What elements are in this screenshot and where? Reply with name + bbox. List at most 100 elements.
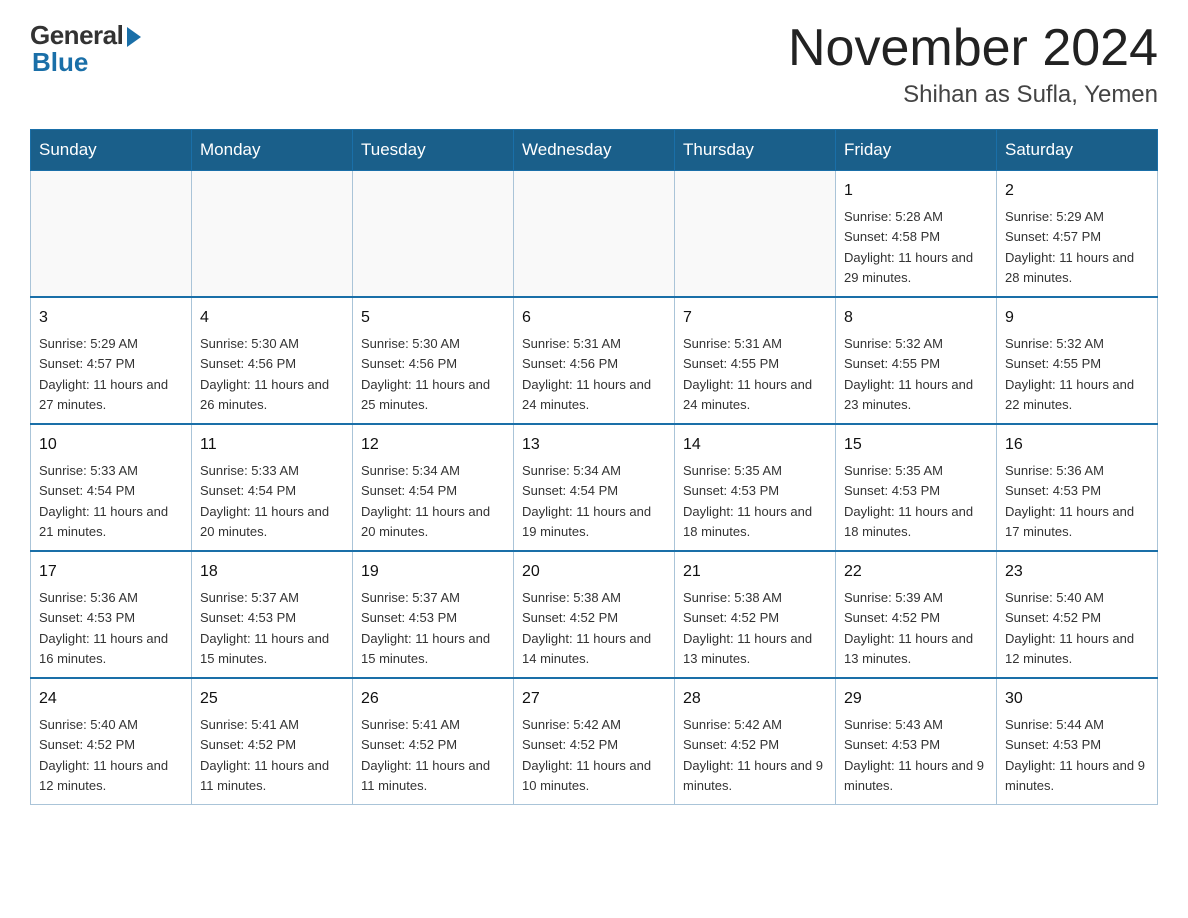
day-info: Sunrise: 5:40 AMSunset: 4:52 PMDaylight:… <box>1005 590 1134 666</box>
calendar-cell: 22 Sunrise: 5:39 AMSunset: 4:52 PMDayligh… <box>836 551 997 678</box>
calendar-cell: 10 Sunrise: 5:33 AMSunset: 4:54 PMDayligh… <box>31 424 192 551</box>
page-header: General Blue November 2024 Shihan as Suf… <box>30 20 1158 109</box>
day-number: 19 <box>361 560 505 584</box>
day-number: 10 <box>39 433 183 457</box>
day-number: 2 <box>1005 179 1149 203</box>
column-header-monday: Monday <box>192 130 353 171</box>
column-header-saturday: Saturday <box>997 130 1158 171</box>
day-number: 18 <box>200 560 344 584</box>
calendar-cell: 8 Sunrise: 5:32 AMSunset: 4:55 PMDaylight… <box>836 297 997 424</box>
column-header-friday: Friday <box>836 130 997 171</box>
day-info: Sunrise: 5:39 AMSunset: 4:52 PMDaylight:… <box>844 590 973 666</box>
day-number: 11 <box>200 433 344 457</box>
day-info: Sunrise: 5:37 AMSunset: 4:53 PMDaylight:… <box>361 590 490 666</box>
title-area: November 2024 Shihan as Sufla, Yemen <box>788 20 1158 109</box>
day-info: Sunrise: 5:32 AMSunset: 4:55 PMDaylight:… <box>844 336 973 412</box>
day-number: 20 <box>522 560 666 584</box>
calendar-cell: 12Sunrise: 5:34 AMSunset: 4:54 PMDayligh… <box>353 424 514 551</box>
day-info: Sunrise: 5:41 AMSunset: 4:52 PMDaylight:… <box>200 717 329 793</box>
day-number: 17 <box>39 560 183 584</box>
day-number: 28 <box>683 687 827 711</box>
day-number: 16 <box>1005 433 1149 457</box>
calendar-week-row: 17 Sunrise: 5:36 AMSunset: 4:53 PMDayligh… <box>31 551 1158 678</box>
calendar-cell: 11 Sunrise: 5:33 AMSunset: 4:54 PMDayligh… <box>192 424 353 551</box>
calendar-cell: 6Sunrise: 5:31 AMSunset: 4:56 PMDaylight… <box>514 297 675 424</box>
day-info: Sunrise: 5:35 AMSunset: 4:53 PMDaylight:… <box>844 463 973 539</box>
calendar-cell <box>353 171 514 298</box>
column-header-thursday: Thursday <box>675 130 836 171</box>
day-number: 29 <box>844 687 988 711</box>
day-info: Sunrise: 5:43 AMSunset: 4:53 PMDaylight:… <box>844 717 984 793</box>
calendar-cell: 18 Sunrise: 5:37 AMSunset: 4:53 PMDayligh… <box>192 551 353 678</box>
day-number: 12 <box>361 433 505 457</box>
day-info: Sunrise: 5:29 AMSunset: 4:57 PMDaylight:… <box>39 336 168 412</box>
calendar-week-row: 10 Sunrise: 5:33 AMSunset: 4:54 PMDayligh… <box>31 424 1158 551</box>
day-info: Sunrise: 5:28 AMSunset: 4:58 PMDaylight:… <box>844 209 973 285</box>
column-header-tuesday: Tuesday <box>353 130 514 171</box>
calendar-cell: 13 Sunrise: 5:34 AMSunset: 4:54 PMDayligh… <box>514 424 675 551</box>
column-header-wednesday: Wednesday <box>514 130 675 171</box>
calendar-cell: 16 Sunrise: 5:36 AMSunset: 4:53 PMDayligh… <box>997 424 1158 551</box>
calendar-cell: 7Sunrise: 5:31 AMSunset: 4:55 PMDaylight… <box>675 297 836 424</box>
day-number: 9 <box>1005 306 1149 330</box>
calendar-cell: 2 Sunrise: 5:29 AMSunset: 4:57 PMDaylight… <box>997 171 1158 298</box>
day-number: 22 <box>844 560 988 584</box>
calendar-cell: 3 Sunrise: 5:29 AMSunset: 4:57 PMDaylight… <box>31 297 192 424</box>
day-number: 4 <box>200 306 344 330</box>
calendar-cell <box>31 171 192 298</box>
day-number: 23 <box>1005 560 1149 584</box>
calendar-cell: 17 Sunrise: 5:36 AMSunset: 4:53 PMDayligh… <box>31 551 192 678</box>
day-info: Sunrise: 5:32 AMSunset: 4:55 PMDaylight:… <box>1005 336 1134 412</box>
day-info: Sunrise: 5:40 AMSunset: 4:52 PMDaylight:… <box>39 717 168 793</box>
location-subtitle: Shihan as Sufla, Yemen <box>788 81 1158 109</box>
calendar-week-row: 24Sunrise: 5:40 AMSunset: 4:52 PMDayligh… <box>31 678 1158 805</box>
day-number: 8 <box>844 306 988 330</box>
logo-arrow-icon <box>127 27 141 47</box>
calendar-cell: 4 Sunrise: 5:30 AMSunset: 4:56 PMDaylight… <box>192 297 353 424</box>
day-info: Sunrise: 5:36 AMSunset: 4:53 PMDaylight:… <box>1005 463 1134 539</box>
day-info: Sunrise: 5:41 AMSunset: 4:52 PMDaylight:… <box>361 717 490 793</box>
logo-blue-text: Blue <box>32 47 88 78</box>
calendar-cell: 26 Sunrise: 5:41 AMSunset: 4:52 PMDayligh… <box>353 678 514 805</box>
day-number: 27 <box>522 687 666 711</box>
day-info: Sunrise: 5:33 AMSunset: 4:54 PMDaylight:… <box>200 463 329 539</box>
calendar-cell: 21Sunrise: 5:38 AMSunset: 4:52 PMDayligh… <box>675 551 836 678</box>
day-number: 14 <box>683 433 827 457</box>
day-info: Sunrise: 5:33 AMSunset: 4:54 PMDaylight:… <box>39 463 168 539</box>
calendar-cell: 20 Sunrise: 5:38 AMSunset: 4:52 PMDayligh… <box>514 551 675 678</box>
calendar-cell: 30Sunrise: 5:44 AMSunset: 4:53 PMDayligh… <box>997 678 1158 805</box>
day-number: 30 <box>1005 687 1149 711</box>
calendar-table: SundayMondayTuesdayWednesdayThursdayFrid… <box>30 129 1158 805</box>
column-header-sunday: Sunday <box>31 130 192 171</box>
calendar-cell: 28Sunrise: 5:42 AMSunset: 4:52 PMDayligh… <box>675 678 836 805</box>
day-number: 5 <box>361 306 505 330</box>
day-number: 7 <box>683 306 827 330</box>
day-number: 15 <box>844 433 988 457</box>
day-info: Sunrise: 5:38 AMSunset: 4:52 PMDaylight:… <box>522 590 651 666</box>
day-info: Sunrise: 5:37 AMSunset: 4:53 PMDaylight:… <box>200 590 329 666</box>
day-number: 6 <box>522 306 666 330</box>
day-info: Sunrise: 5:35 AMSunset: 4:53 PMDaylight:… <box>683 463 812 539</box>
day-info: Sunrise: 5:30 AMSunset: 4:56 PMDaylight:… <box>200 336 329 412</box>
day-info: Sunrise: 5:34 AMSunset: 4:54 PMDaylight:… <box>522 463 651 539</box>
calendar-cell <box>675 171 836 298</box>
calendar-week-row: 1Sunrise: 5:28 AMSunset: 4:58 PMDaylight… <box>31 171 1158 298</box>
day-number: 3 <box>39 306 183 330</box>
calendar-cell: 23 Sunrise: 5:40 AMSunset: 4:52 PMDayligh… <box>997 551 1158 678</box>
day-info: Sunrise: 5:29 AMSunset: 4:57 PMDaylight:… <box>1005 209 1134 285</box>
logo: General Blue <box>30 20 141 78</box>
calendar-cell: 27Sunrise: 5:42 AMSunset: 4:52 PMDayligh… <box>514 678 675 805</box>
calendar-cell: 1Sunrise: 5:28 AMSunset: 4:58 PMDaylight… <box>836 171 997 298</box>
calendar-cell: 29 Sunrise: 5:43 AMSunset: 4:53 PMDayligh… <box>836 678 997 805</box>
day-info: Sunrise: 5:38 AMSunset: 4:52 PMDaylight:… <box>683 590 812 666</box>
calendar-cell: 24Sunrise: 5:40 AMSunset: 4:52 PMDayligh… <box>31 678 192 805</box>
calendar-cell: 14 Sunrise: 5:35 AMSunset: 4:53 PMDayligh… <box>675 424 836 551</box>
calendar-cell: 9 Sunrise: 5:32 AMSunset: 4:55 PMDaylight… <box>997 297 1158 424</box>
calendar-header-row: SundayMondayTuesdayWednesdayThursdayFrid… <box>31 130 1158 171</box>
calendar-cell <box>192 171 353 298</box>
day-number: 13 <box>522 433 666 457</box>
day-number: 26 <box>361 687 505 711</box>
month-title: November 2024 <box>788 20 1158 77</box>
day-info: Sunrise: 5:36 AMSunset: 4:53 PMDaylight:… <box>39 590 168 666</box>
calendar-cell: 25Sunrise: 5:41 AMSunset: 4:52 PMDayligh… <box>192 678 353 805</box>
